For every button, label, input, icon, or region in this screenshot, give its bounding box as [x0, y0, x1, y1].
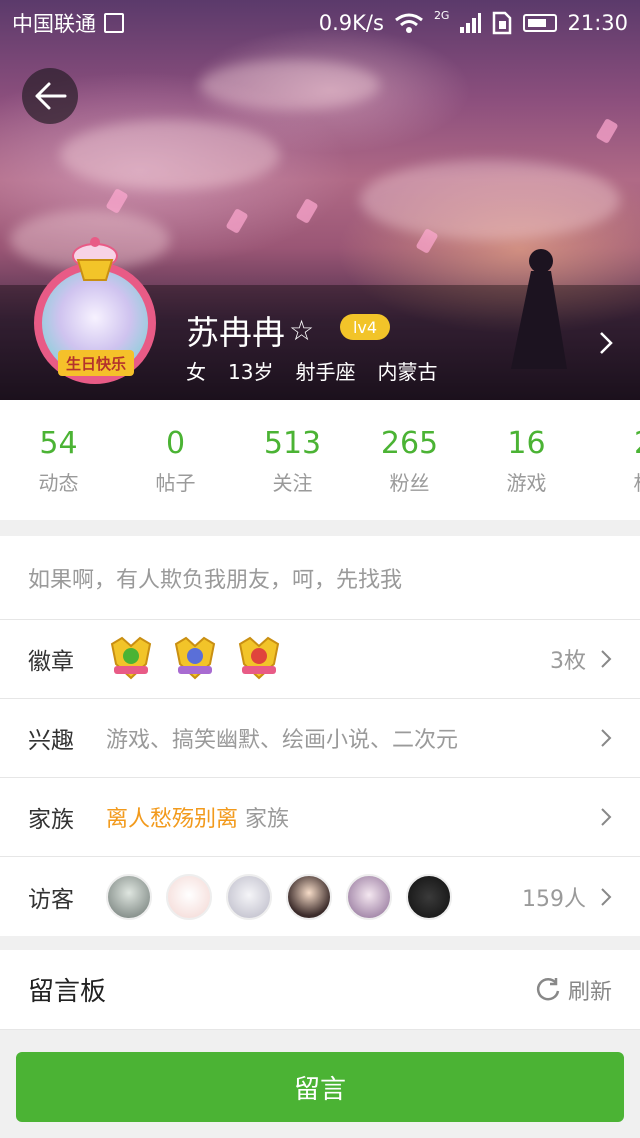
medal-icon: [110, 636, 152, 680]
stat-label: 关注: [272, 471, 313, 495]
level-badge: lv4: [340, 314, 390, 340]
stat-label: 动态: [38, 471, 79, 495]
board-title: 留言板: [28, 977, 107, 1007]
row-label: 兴趣: [28, 728, 74, 754]
stat-value: 54: [39, 426, 78, 461]
cloud-decoration: [360, 160, 620, 240]
bottom-bar: 留言: [0, 1038, 640, 1138]
row-label: 访客: [28, 886, 74, 913]
petal-decoration: [225, 207, 249, 235]
stat-label: 帖子: [155, 471, 196, 495]
petal-decoration: [595, 117, 619, 145]
carrier-label: 中国联通: [12, 12, 96, 36]
zodiac: 射手座: [295, 360, 356, 384]
sim-icon: [493, 11, 512, 35]
age: 13岁: [228, 360, 274, 384]
stats-bar: 54 动态 0 帖子 513 关注 265 粉丝 16 游戏 2 相: [0, 400, 640, 520]
visitor-avatar[interactable]: [346, 873, 392, 920]
interests-row[interactable]: 兴趣 游戏、搞笑幽默、绘画小说、二次元: [0, 699, 640, 778]
stat-label: 粉丝: [389, 471, 430, 495]
cupcake-icon: [72, 237, 118, 281]
profile-name: 苏冉冉 ☆: [186, 306, 314, 354]
network-type: 2G: [433, 8, 450, 22]
stat-label: 游戏: [506, 471, 547, 495]
interests-value: 游戏、搞笑幽默、绘画小说、二次元: [106, 728, 459, 753]
leave-message-button[interactable]: 留言: [16, 1052, 624, 1122]
stat-following[interactable]: 513 关注: [234, 426, 351, 496]
visitor-avatar[interactable]: [166, 873, 212, 920]
user-name: 苏冉冉: [186, 313, 285, 352]
visitor-avatar[interactable]: [406, 873, 452, 920]
network-speed: 0.9K/s: [318, 11, 384, 35]
medal-icon: [174, 636, 216, 680]
refresh-label: 刷新: [567, 979, 612, 1005]
family-name[interactable]: 离人愁殇别离: [106, 807, 238, 832]
stat-value: 513: [263, 426, 322, 461]
battery-icon: [523, 14, 558, 32]
badge-count: 3枚: [550, 649, 586, 674]
profile-info-card: 如果啊，有人欺负我朋友，呵，先找我 徽章 3枚 兴趣 游戏、搞笑幽默、绘画小说、…: [0, 536, 640, 936]
refresh-button[interactable]: 刷新: [534, 974, 612, 1006]
clock: 21:30: [567, 11, 628, 35]
signal-icon: [460, 13, 482, 33]
stat-label: 相: [585, 467, 640, 496]
stat-value: 265: [380, 426, 439, 461]
stat-games[interactable]: 16 游戏: [468, 426, 585, 496]
back-button[interactable]: [22, 68, 78, 124]
visitor-avatar[interactable]: [106, 873, 152, 920]
cloud-decoration: [60, 120, 280, 190]
stat-posts[interactable]: 54 动态: [0, 426, 117, 496]
cloud-decoration: [200, 60, 380, 110]
stat-albums[interactable]: 2 相: [585, 426, 640, 496]
star-icon[interactable]: ☆: [289, 314, 314, 347]
location: 内蒙古: [377, 360, 438, 384]
petal-decoration: [295, 197, 319, 225]
stat-threads[interactable]: 0 帖子: [117, 426, 234, 496]
badges-row[interactable]: 徽章 3枚: [0, 620, 640, 699]
refresh-icon: [536, 977, 560, 1000]
profile-info: 女 13岁 射手座 内蒙古: [186, 356, 437, 385]
medal-icon: [238, 636, 280, 680]
message-board-header: 留言板 刷新: [0, 950, 640, 1030]
birthday-banner: 生日快乐: [58, 350, 134, 376]
stat-value: 2: [585, 426, 640, 461]
row-label: 家族: [28, 807, 74, 833]
arrow-left-icon: [35, 82, 67, 110]
stat-value: 16: [507, 426, 546, 461]
chevron-right-icon[interactable]: [598, 330, 614, 356]
wifi-icon: [395, 13, 423, 33]
visitor-count: 159人: [522, 886, 586, 912]
visitor-avatar[interactable]: [286, 873, 332, 920]
row-label: 徽章: [28, 649, 74, 675]
visitors-row[interactable]: 访客 159人: [0, 857, 640, 936]
chevron-right-icon: [601, 729, 612, 747]
bio-text: 如果啊，有人欺负我朋友，呵，先找我: [0, 536, 640, 620]
gender: 女: [186, 360, 206, 384]
chevron-right-icon: [601, 650, 612, 668]
status-bar: 中国联通 0.9K/s 2G 21:30: [0, 0, 640, 46]
family-value: 离人愁殇别离 家族: [106, 801, 289, 833]
chevron-right-icon: [601, 887, 612, 906]
visitor-avatar[interactable]: [226, 873, 272, 920]
chevron-right-icon: [601, 808, 612, 826]
family-row[interactable]: 家族 离人愁殇别离 家族: [0, 778, 640, 857]
stat-fans[interactable]: 265 粉丝: [351, 426, 468, 496]
stat-value: 0: [165, 426, 186, 461]
silhouette-figure: [511, 249, 567, 369]
image-icon: [104, 13, 124, 33]
family-suffix: 家族: [245, 807, 290, 832]
